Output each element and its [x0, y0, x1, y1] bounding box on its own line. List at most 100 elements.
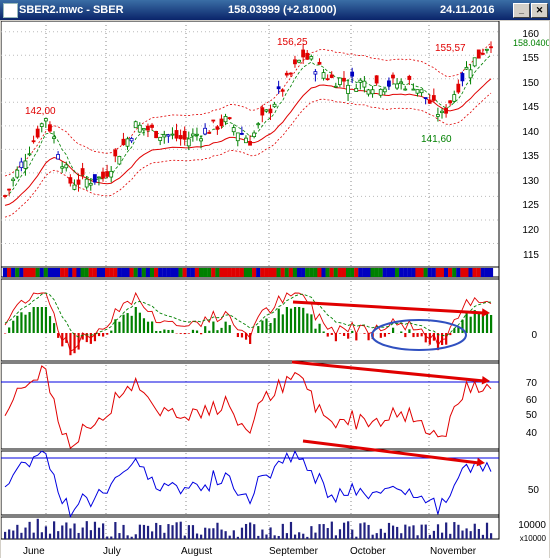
signal-cell [158, 268, 163, 277]
osc-bar [187, 333, 190, 334]
candle-body [11, 178, 16, 182]
volume-bar [400, 533, 403, 539]
osc-bar [142, 318, 146, 333]
signal-cell [390, 268, 396, 277]
annotation-high-nov: 155,57 [435, 43, 466, 54]
osc-bar [32, 307, 35, 333]
osc-bar [134, 307, 137, 333]
candle-body [370, 89, 375, 95]
signal-cell [350, 268, 355, 277]
signal-cell [47, 268, 53, 277]
volume-bar [130, 536, 133, 539]
signal-cell [243, 268, 249, 277]
rsi-tick-50: 50 [526, 410, 538, 421]
volume-bar [77, 532, 80, 539]
signal-cell [256, 268, 261, 277]
volume-bar [36, 518, 39, 539]
close-icon[interactable]: ✕ [531, 3, 548, 18]
candle-body [305, 52, 310, 60]
candle-body [468, 69, 473, 79]
volume-bar [412, 525, 415, 539]
volume-bar [273, 535, 276, 539]
osc-bar [416, 333, 419, 337]
candle-body [48, 124, 52, 132]
signal-cell [68, 268, 73, 277]
osc-bar [485, 313, 489, 333]
app-icon [3, 3, 18, 18]
signal-cell [194, 268, 200, 277]
candle-body [72, 184, 77, 190]
signal-cell [6, 268, 12, 277]
candle-body [321, 72, 326, 79]
signal-cell [439, 268, 445, 277]
volume-bar [102, 523, 105, 539]
signal-cell [174, 268, 179, 277]
volume-bar [293, 534, 297, 539]
candle-body [186, 138, 191, 147]
signal-cell [329, 268, 334, 277]
signal-cell [15, 268, 20, 277]
signal-cell [484, 268, 490, 277]
volume-bar [289, 521, 293, 539]
signal-cell [80, 268, 85, 277]
signal-cell [366, 268, 371, 277]
candle-body [260, 107, 265, 116]
osc-bar [130, 315, 133, 333]
signal-cell [88, 268, 93, 277]
osc-bar [16, 315, 19, 333]
osc-bar [122, 314, 125, 333]
osc-bar [367, 333, 370, 341]
osc-bar [155, 330, 158, 333]
volume-bar [436, 524, 440, 539]
volume-bar [322, 524, 325, 539]
signal-cell [76, 268, 81, 277]
osc-bar [265, 318, 268, 333]
candle-body [256, 123, 261, 126]
signal-cell [149, 268, 155, 277]
volume-bar [24, 527, 27, 539]
chart-canvas: 160 155 150 145 140 135 130 125 120 115 … [1, 21, 549, 558]
volume-tick: 10000 [518, 520, 546, 531]
volume-bar [269, 527, 272, 539]
volume-bar [175, 522, 178, 539]
candle-body [350, 71, 355, 77]
osc-bar [285, 307, 288, 333]
last-price-tag: 158.0400 [513, 38, 549, 48]
signal-cell [43, 268, 48, 277]
candle-body [244, 137, 248, 144]
osc-bar [412, 333, 415, 338]
signal-cell [182, 268, 187, 277]
osc-bar [351, 330, 354, 333]
candle-body [235, 132, 240, 142]
signal-cell [313, 268, 318, 277]
volume-bar [171, 525, 174, 539]
candle-body [293, 59, 297, 65]
title-bar[interactable]: SBER2.mwc - SBER 158.03999 (+2.81000) 24… [0, 0, 550, 20]
candle-body [248, 141, 252, 146]
volume-bar [69, 528, 72, 539]
signal-cell [141, 268, 146, 277]
volume-bar [375, 533, 378, 539]
candle-body [472, 57, 477, 67]
osc-bar [404, 333, 407, 338]
volume-bar [61, 525, 64, 539]
volume-bar [122, 524, 125, 539]
osc-bar [322, 331, 325, 333]
signal-strip [2, 268, 494, 277]
volume-bar [490, 533, 493, 539]
candle-body [485, 48, 489, 51]
volume-bar [383, 532, 387, 539]
signal-cell [129, 268, 134, 277]
signal-cell [162, 268, 167, 277]
osc-bar [224, 321, 227, 333]
minimize-icon[interactable]: _ [513, 3, 530, 18]
signal-cell [11, 268, 16, 277]
x-label-november: November [430, 546, 477, 557]
volume-bar [277, 535, 280, 539]
candle-body [358, 79, 363, 83]
volume-bar [204, 527, 207, 539]
signal-cell [280, 268, 285, 277]
signal-cell [411, 268, 416, 277]
candle-body [133, 121, 138, 129]
volume-bar [428, 534, 431, 539]
